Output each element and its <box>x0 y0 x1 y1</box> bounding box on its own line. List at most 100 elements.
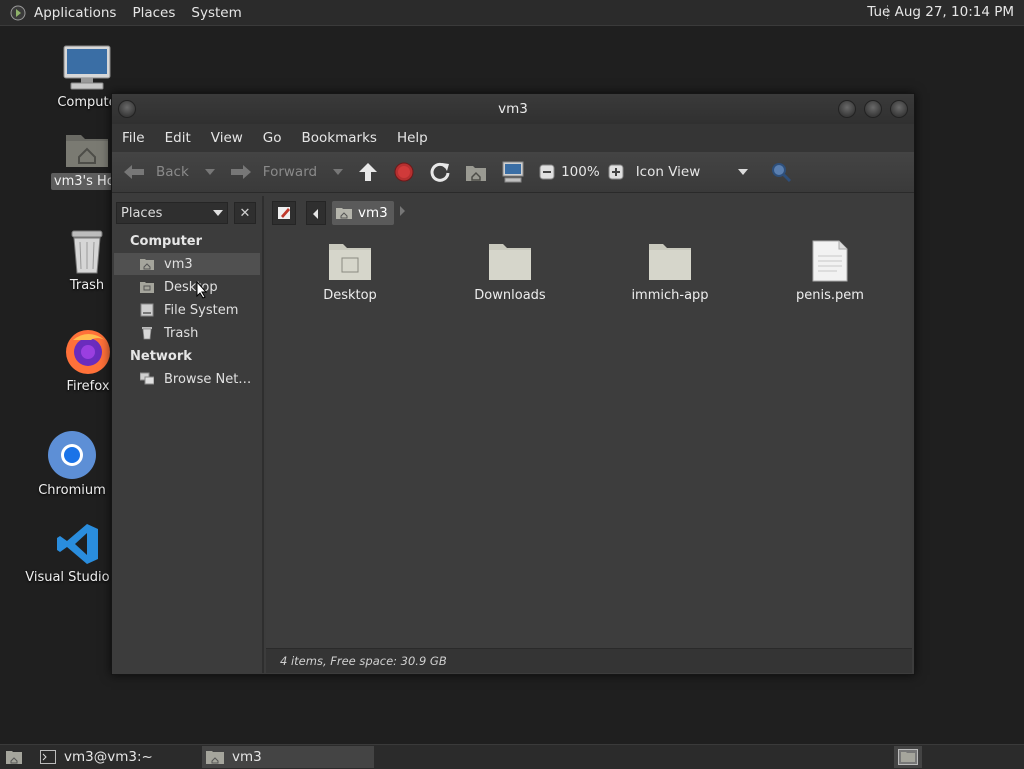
status-text: 4 items, Free space: 30.9 GB <box>280 654 447 668</box>
folder-icon <box>489 244 531 280</box>
file-item[interactable]: Downloads <box>450 240 570 303</box>
menu-bookmarks[interactable]: Bookmarks <box>292 130 387 146</box>
menu-view[interactable]: View <box>201 130 253 146</box>
sidebar-item-desktop[interactable]: Desktop <box>114 276 260 298</box>
breadcrumb-vm3[interactable]: vm3 <box>332 201 394 225</box>
sidebar-item-label: Browse Net… <box>164 371 252 387</box>
vscode-icon <box>57 524 98 564</box>
file-item[interactable]: Desktop <box>290 240 410 303</box>
file-item[interactable]: penis.pem <box>770 240 890 303</box>
sidebar-item-label: Trash <box>164 325 199 341</box>
home-folder-icon <box>336 208 352 219</box>
location-bar: vm3 <box>266 196 912 230</box>
zoom-in-icon <box>608 164 624 180</box>
file-name: Desktop <box>323 288 377 303</box>
chevron-right-icon[interactable] <box>400 206 405 216</box>
workspace-switcher[interactable] <box>894 746 922 768</box>
minimize-button[interactable] <box>838 100 856 118</box>
trash-icon <box>142 327 152 340</box>
desktop-icon-label: Chromium <box>38 483 106 498</box>
text-file-icon <box>812 240 848 282</box>
chevron-left-icon <box>313 209 318 219</box>
taskbar-item-label: vm3 <box>232 749 262 765</box>
stop-button[interactable] <box>393 161 415 183</box>
distro-logo-icon[interactable] <box>10 5 26 21</box>
home-folder-icon <box>66 135 108 167</box>
close-sidebar-button[interactable]: ✕ <box>234 202 256 224</box>
network-icon <box>140 372 154 385</box>
menu-go[interactable]: Go <box>253 130 292 146</box>
mouse-cursor-icon <box>196 281 208 299</box>
menu-edit[interactable]: Edit <box>155 130 201 146</box>
file-item[interactable]: immich-app <box>610 240 730 303</box>
sidebar-item-trash[interactable]: Trash <box>114 322 260 344</box>
drive-icon <box>140 303 154 317</box>
window-menu-button[interactable] <box>118 100 136 118</box>
chevron-down-icon <box>738 169 749 175</box>
file-name: immich-app <box>631 288 709 303</box>
zoom-level[interactable]: 100% <box>561 164 600 180</box>
back-button[interactable]: Back <box>122 163 215 181</box>
view-mode-select[interactable]: Icon View <box>636 164 749 180</box>
applications-menu[interactable]: Applications <box>26 5 124 21</box>
menu-file[interactable]: File <box>112 130 155 146</box>
sidebar-item-vm3[interactable]: vm3 <box>114 253 260 275</box>
maximize-button[interactable] <box>864 100 882 118</box>
sidebar-item-label: vm3 <box>164 256 193 272</box>
computer-icon <box>502 161 524 183</box>
sidebar-section-network: Network <box>130 349 192 364</box>
terminal-icon <box>40 750 56 764</box>
up-button[interactable] <box>357 162 379 182</box>
forward-button[interactable]: Forward <box>229 163 344 181</box>
menubar: File Edit View Go Bookmarks Help <box>112 124 914 152</box>
sidebar-section-computer: Computer <box>130 234 203 249</box>
path-scroll-left[interactable] <box>306 201 326 225</box>
zoom-out-button[interactable] <box>539 164 555 180</box>
reload-button[interactable] <box>429 161 451 183</box>
taskbar-item-label: vm3@vm3:~ <box>64 749 153 765</box>
desktop-folder-icon <box>140 282 154 293</box>
stop-icon <box>394 162 414 182</box>
sidebar-selector-label: Places <box>121 205 163 221</box>
close-button[interactable] <box>890 100 908 118</box>
reload-icon <box>430 162 450 182</box>
search-button[interactable] <box>770 161 792 183</box>
taskbar-item-file-manager[interactable]: vm3 <box>202 746 374 768</box>
home-icon <box>466 166 487 181</box>
sidebar-item-file-system[interactable]: File System <box>114 299 260 321</box>
zoom-in-button[interactable] <box>608 164 624 180</box>
system-menu[interactable]: System <box>183 5 249 21</box>
file-manager-window: vm3 File Edit View Go Bookmarks Help Bac… <box>111 93 915 675</box>
back-history-dropdown-icon[interactable] <box>204 169 215 175</box>
home-folder-icon <box>140 259 154 270</box>
desktop-icon-label: Trash <box>69 278 105 293</box>
back-label: Back <box>156 164 189 180</box>
window-titlebar[interactable]: vm3 <box>112 94 914 124</box>
desktop-icon-label: Firefox <box>66 379 110 394</box>
chromium-icon <box>48 431 96 479</box>
forward-arrow-icon <box>230 165 251 179</box>
desktop-icon-chromium[interactable]: Chromium <box>24 430 120 499</box>
show-desktop-button[interactable] <box>2 746 26 768</box>
places-menu[interactable]: Places <box>124 5 183 21</box>
location-edit-button[interactable] <box>272 201 296 225</box>
folder-icon <box>649 244 691 280</box>
top-panel: Applications Places System Tue Aug 27, 1… <box>0 0 1024 26</box>
home-folder-icon <box>206 751 224 764</box>
sidebar-item-label: File System <box>164 302 239 318</box>
folder-desktop-icon <box>329 244 371 280</box>
computer-button[interactable] <box>501 161 525 183</box>
chevron-down-icon <box>213 210 223 216</box>
menu-help[interactable]: Help <box>387 130 438 146</box>
firefox-icon <box>66 330 110 374</box>
breadcrumb-label: vm3 <box>358 205 388 221</box>
home-button[interactable] <box>465 162 487 182</box>
sidebar-selector[interactable]: Places <box>116 202 228 224</box>
forward-history-dropdown-icon[interactable] <box>333 169 344 175</box>
computer-icon <box>63 45 111 90</box>
toolbar: Back Forward 100% Icon View <box>112 152 914 193</box>
sidebar-item-browse-network[interactable]: Browse Net… <box>114 368 260 390</box>
places-sidebar: Places ✕ Computer vm3 Desktop File Syste… <box>112 196 264 673</box>
taskbar-item-terminal[interactable]: vm3@vm3:~ <box>36 746 200 768</box>
clock[interactable]: Tue Aug 27, 10:14 PM <box>867 4 1014 20</box>
